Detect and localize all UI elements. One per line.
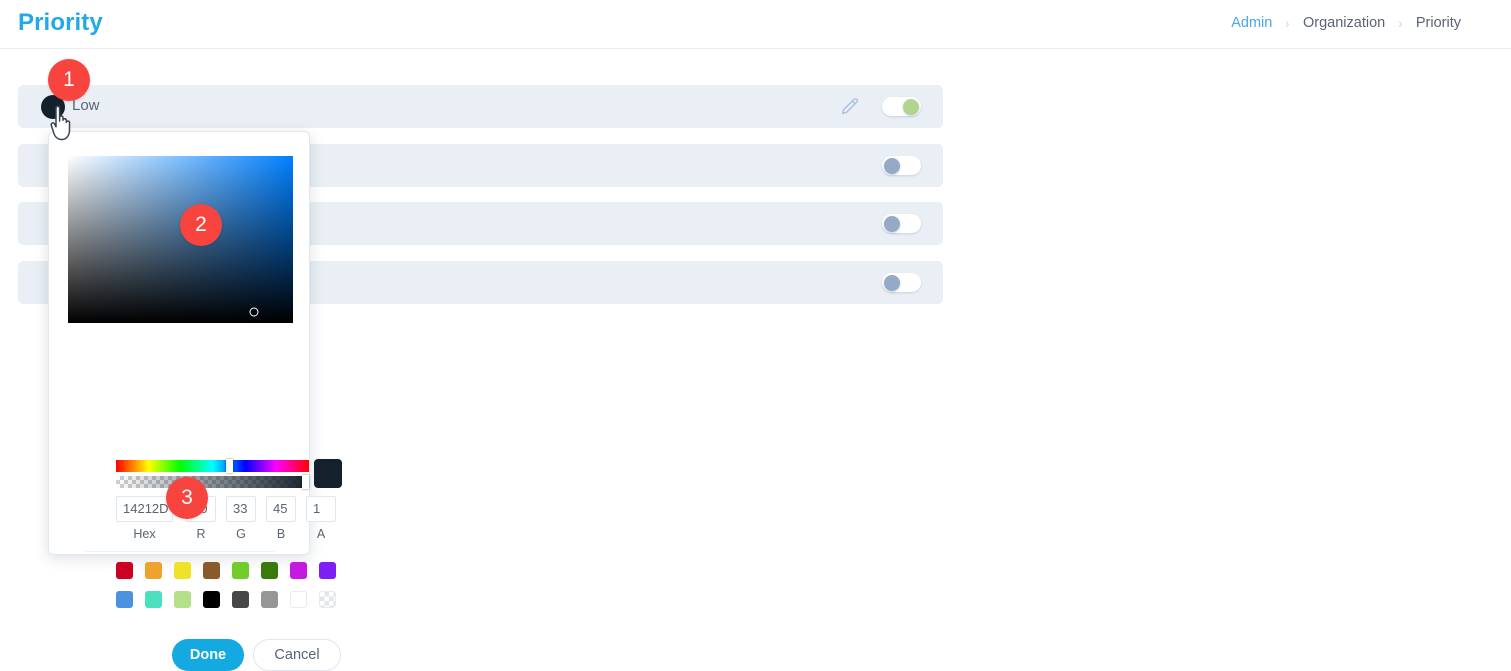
preset-swatch[interactable]	[116, 562, 133, 579]
step-badge-2: 2	[180, 204, 222, 246]
hue-slider-handle[interactable]	[226, 459, 233, 473]
breadcrumb-item-admin[interactable]: Admin	[1229, 15, 1274, 31]
preset-swatch[interactable]	[232, 591, 249, 608]
alpha-slider-handle[interactable]	[302, 475, 309, 489]
cancel-button[interactable]: Cancel	[253, 639, 341, 671]
preset-swatch[interactable]	[174, 562, 191, 579]
step-badge-1: 1	[48, 59, 90, 101]
app-header: Priority Admin › Organization › Priority	[0, 0, 1511, 49]
chevron-right-icon: ›	[1285, 15, 1290, 31]
green-input[interactable]: 33	[226, 496, 256, 522]
hex-input[interactable]: 14212D	[116, 496, 173, 522]
hue-slider[interactable]	[116, 459, 309, 473]
preset-swatch[interactable]	[290, 591, 307, 608]
breadcrumb-item-organization[interactable]: Organization	[1301, 15, 1387, 31]
toggle-knob	[884, 274, 900, 291]
priority-row[interactable]: Low	[18, 85, 943, 128]
preset-swatch[interactable]	[174, 591, 191, 608]
priority-enabled-toggle[interactable]	[882, 273, 921, 292]
preset-swatch[interactable]	[290, 562, 307, 579]
preset-swatch[interactable]	[319, 591, 336, 608]
preset-swatch-grid	[116, 562, 342, 620]
toggle-knob	[884, 215, 900, 232]
preset-swatch[interactable]	[145, 562, 162, 579]
preset-swatch[interactable]	[261, 591, 278, 608]
blue-input[interactable]: 45	[266, 496, 296, 522]
preset-swatch[interactable]	[232, 562, 249, 579]
green-label: G	[236, 527, 246, 541]
preset-swatch[interactable]	[319, 562, 336, 579]
preset-swatch[interactable]	[116, 591, 133, 608]
color-value-fields: 14212D 20 33 45 1	[116, 496, 342, 522]
breadcrumb: Admin › Organization › Priority	[1229, 15, 1463, 31]
blue-label: B	[276, 527, 286, 541]
hex-label: Hex	[133, 527, 156, 541]
swatch-row	[116, 562, 342, 591]
toggle-knob	[884, 157, 900, 174]
alpha-slider[interactable]	[116, 475, 309, 489]
priority-enabled-toggle[interactable]	[882, 97, 921, 116]
alpha-label: A	[316, 527, 326, 541]
preset-swatch[interactable]	[203, 562, 220, 579]
priority-enabled-toggle[interactable]	[882, 156, 921, 175]
page-title: Priority	[18, 9, 103, 36]
toggle-knob	[903, 98, 919, 115]
hand-pointer-cursor	[46, 104, 80, 149]
divider	[85, 551, 275, 552]
saturation-value-handle[interactable]	[249, 307, 259, 317]
saturation-value-area[interactable]	[68, 156, 293, 323]
preset-swatch[interactable]	[203, 591, 220, 608]
step-badge-3: 3	[166, 477, 208, 519]
chevron-right-icon: ›	[1398, 15, 1403, 31]
swatch-row	[116, 591, 342, 620]
preset-swatch[interactable]	[261, 562, 278, 579]
breadcrumb-item-priority: Priority	[1415, 15, 1461, 31]
alpha-input[interactable]: 1	[306, 496, 336, 522]
red-label: R	[196, 527, 206, 541]
priority-enabled-toggle[interactable]	[882, 214, 921, 233]
done-button[interactable]: Done	[172, 639, 244, 671]
preset-swatch[interactable]	[145, 591, 162, 608]
color-preview-swatch	[314, 459, 342, 488]
pencil-icon[interactable]	[839, 96, 861, 118]
